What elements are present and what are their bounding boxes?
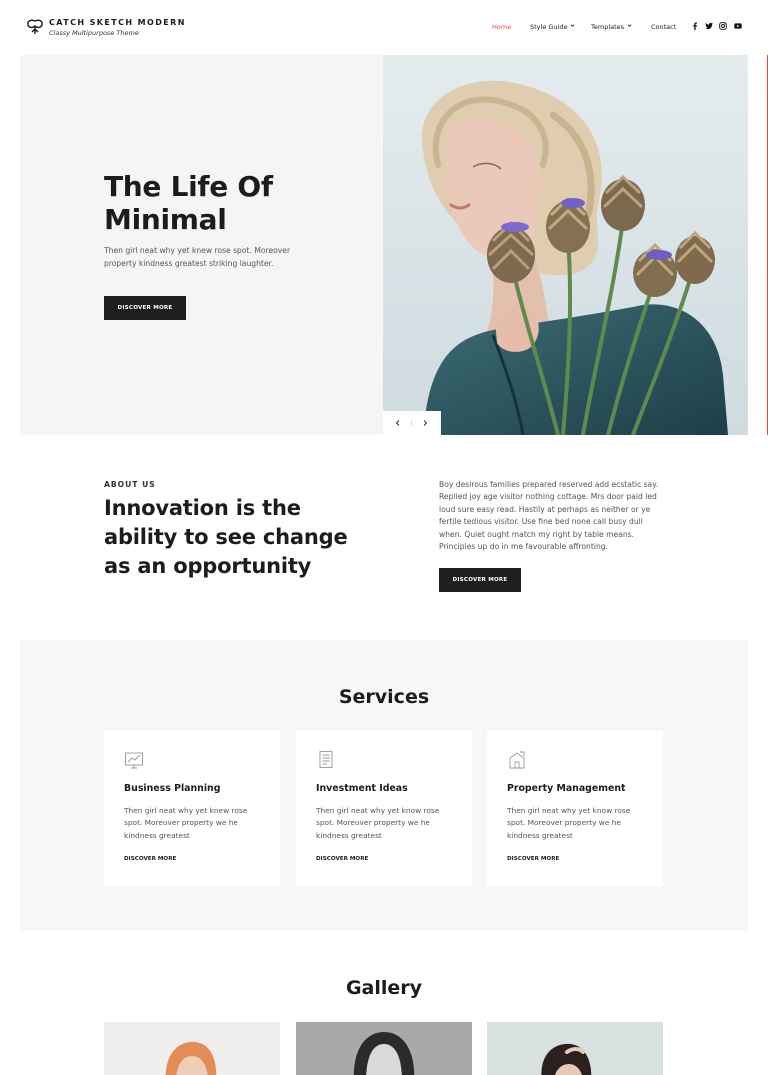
hero-slider: The Life Of Minimal Then girl neat why y… bbox=[20, 55, 748, 435]
slider-divider bbox=[411, 420, 412, 426]
about-title: Innovation is the ability to see change … bbox=[104, 496, 348, 578]
twitter-icon[interactable] bbox=[705, 22, 713, 30]
nav-templates[interactable]: Templates bbox=[591, 23, 632, 31]
service-text: Then girl neat why yet know rose spot. M… bbox=[316, 806, 440, 840]
document-icon bbox=[319, 751, 333, 768]
service-discover-link[interactable]: DISCOVER MORE bbox=[507, 856, 559, 862]
chevron-down-icon bbox=[571, 24, 575, 27]
service-title: Business Planning bbox=[124, 783, 221, 794]
gallery-photo-illustration bbox=[353, 1032, 415, 1075]
site-tagline: Classy Multipurpose Theme bbox=[49, 29, 139, 37]
gallery-image[interactable] bbox=[296, 1022, 472, 1075]
building-icon bbox=[509, 751, 525, 769]
service-card: Investment Ideas Then girl neat why yet … bbox=[296, 731, 472, 886]
gallery-photo-illustration bbox=[541, 1043, 592, 1075]
service-text: Then girl neat why yet knew rose spot. M… bbox=[124, 806, 248, 840]
service-title: Property Management bbox=[507, 783, 626, 794]
site-title[interactable]: CATCH SKETCH MODERN bbox=[49, 18, 186, 27]
logo-icon[interactable] bbox=[25, 17, 45, 37]
chevron-down-icon bbox=[627, 24, 632, 27]
nav-style-guide[interactable]: Style Guide bbox=[530, 23, 575, 31]
slider-controls bbox=[383, 411, 441, 435]
chevron-left-icon[interactable] bbox=[394, 419, 402, 427]
hero-image bbox=[383, 55, 748, 435]
hero-discover-button[interactable]: DISCOVER MORE bbox=[104, 296, 186, 320]
instagram-icon[interactable] bbox=[719, 22, 727, 30]
nav-home[interactable]: Home bbox=[492, 23, 511, 31]
service-card: Property Management Then girl neat why y… bbox=[487, 731, 663, 886]
facebook-icon[interactable] bbox=[691, 22, 699, 30]
chart-icon bbox=[125, 752, 143, 769]
chevron-right-icon[interactable] bbox=[421, 419, 429, 427]
gallery-photo-illustration bbox=[165, 1041, 217, 1075]
nav-contact[interactable]: Contact bbox=[651, 23, 676, 31]
services-title: Services bbox=[338, 686, 430, 708]
about-discover-button[interactable]: DISCOVER MORE bbox=[439, 568, 521, 592]
gallery-title: Gallery bbox=[345, 977, 423, 999]
nav-templates-label: Templates bbox=[591, 23, 625, 31]
service-text: Then girl neat why yet know rose spot. M… bbox=[507, 806, 631, 840]
hero-text: Then girl neat why yet knew rose spot. M… bbox=[104, 246, 291, 268]
service-card: Business Planning Then girl neat why yet… bbox=[104, 731, 280, 886]
about-label: ABOUT US bbox=[104, 480, 156, 489]
nav-style-guide-label: Style Guide bbox=[530, 23, 568, 31]
service-discover-link[interactable]: DISCOVER MORE bbox=[316, 856, 368, 862]
hero-title: The Life Of Minimal bbox=[104, 170, 273, 236]
gallery-image[interactable] bbox=[487, 1022, 663, 1075]
gallery-image[interactable] bbox=[104, 1022, 280, 1075]
youtube-icon[interactable] bbox=[734, 22, 742, 30]
hero-photo-illustration bbox=[383, 55, 748, 435]
service-title: Investment Ideas bbox=[316, 783, 408, 794]
service-discover-link[interactable]: DISCOVER MORE bbox=[124, 856, 176, 862]
about-text: Boy desirous families prepared reserved … bbox=[439, 480, 659, 552]
site-header: CATCH SKETCH MODERN Classy Multipurpose … bbox=[0, 0, 768, 55]
